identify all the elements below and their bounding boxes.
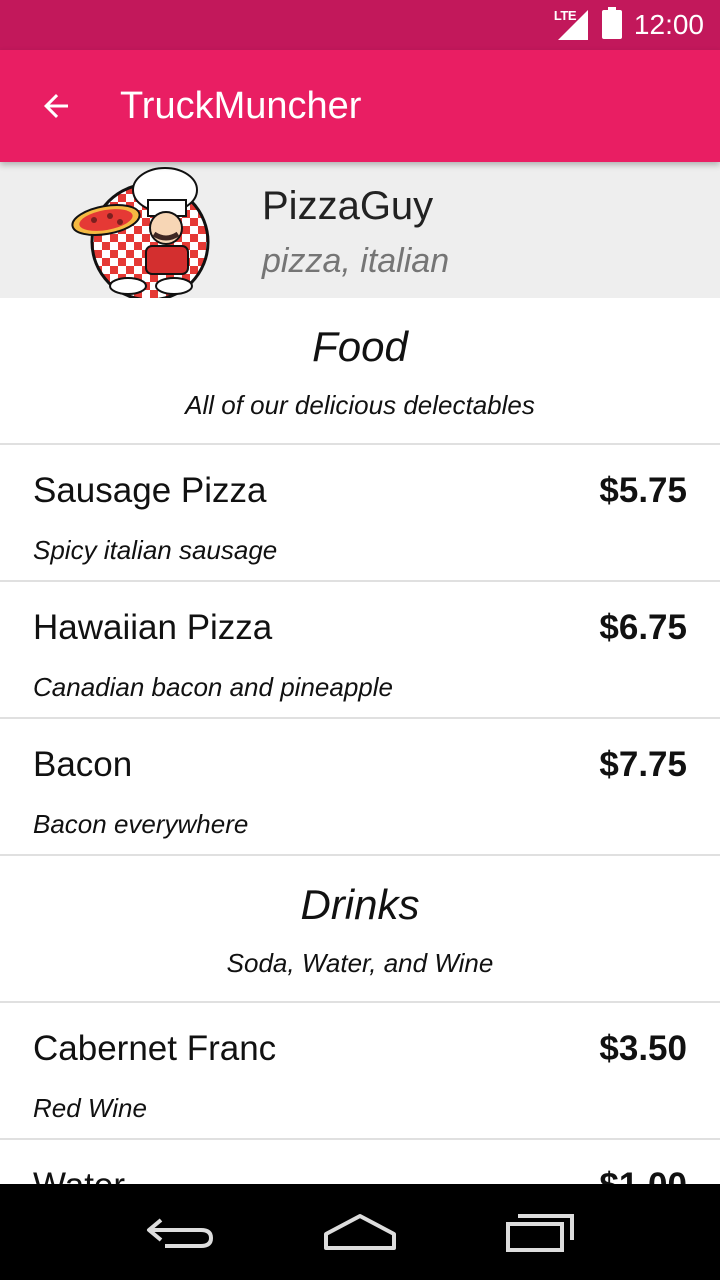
truck-tags: pizza, italian — [262, 242, 450, 280]
menu-list: Food All of our delicious delectables Sa… — [0, 298, 720, 1277]
item-price: $6.75 — [599, 608, 687, 647]
item-name: Bacon — [33, 745, 133, 784]
truck-name: PizzaGuy — [262, 184, 434, 228]
item-description: Bacon everywhere — [33, 809, 249, 839]
item-description: Spicy italian sausage — [33, 535, 278, 565]
category-subtitle: Soda, Water, and Wine — [226, 948, 494, 978]
category-title: Drinks — [300, 881, 420, 928]
battery-icon — [601, 6, 622, 44]
category-header-food: Food All of our delicious delectables — [0, 298, 720, 445]
item-price: $7.75 — [599, 745, 687, 784]
category-subtitle: All of our delicious delectables — [185, 390, 535, 420]
menu-item[interactable]: Sausage Pizza $5.75 Spicy italian sausag… — [0, 445, 720, 582]
menu-item[interactable]: Hawaiian Pizza $6.75 Canadian bacon and … — [0, 582, 720, 719]
pizza-chef-logo — [70, 162, 215, 302]
app-bar: TruckMuncher — [0, 50, 720, 162]
recents-icon — [506, 1214, 574, 1252]
category-header-drinks: Drinks Soda, Water, and Wine — [0, 856, 720, 1003]
arrow-back-icon — [44, 94, 68, 118]
menu-item[interactable]: Bacon $7.75 Bacon everywhere — [0, 719, 720, 856]
status-bar: LTE 12:00 — [0, 0, 720, 50]
item-name: Cabernet Franc — [33, 1029, 277, 1068]
item-price: $5.75 — [599, 471, 687, 510]
back-icon — [147, 1218, 213, 1248]
system-nav-bar — [0, 1184, 720, 1280]
item-price: $3.50 — [599, 1029, 687, 1068]
lte-signal-icon: LTE — [554, 8, 588, 40]
back-button[interactable] — [0, 50, 112, 162]
status-time: 12:00 — [633, 9, 704, 40]
category-title: Food — [312, 323, 408, 370]
item-description: Canadian bacon and pineapple — [33, 672, 393, 702]
nav-home-button[interactable] — [315, 1202, 405, 1262]
nav-recents-button[interactable] — [495, 1202, 585, 1262]
item-name: Hawaiian Pizza — [33, 608, 273, 647]
nav-back-button[interactable] — [135, 1202, 225, 1262]
app-title: TruckMuncher — [120, 84, 362, 127]
home-icon — [324, 1214, 396, 1250]
item-name: Sausage Pizza — [33, 471, 267, 510]
truck-header: PizzaGuy pizza, italian — [0, 162, 720, 302]
item-description: Red Wine — [33, 1093, 147, 1123]
menu-item[interactable]: Cabernet Franc $3.50 Red Wine — [0, 1003, 720, 1140]
